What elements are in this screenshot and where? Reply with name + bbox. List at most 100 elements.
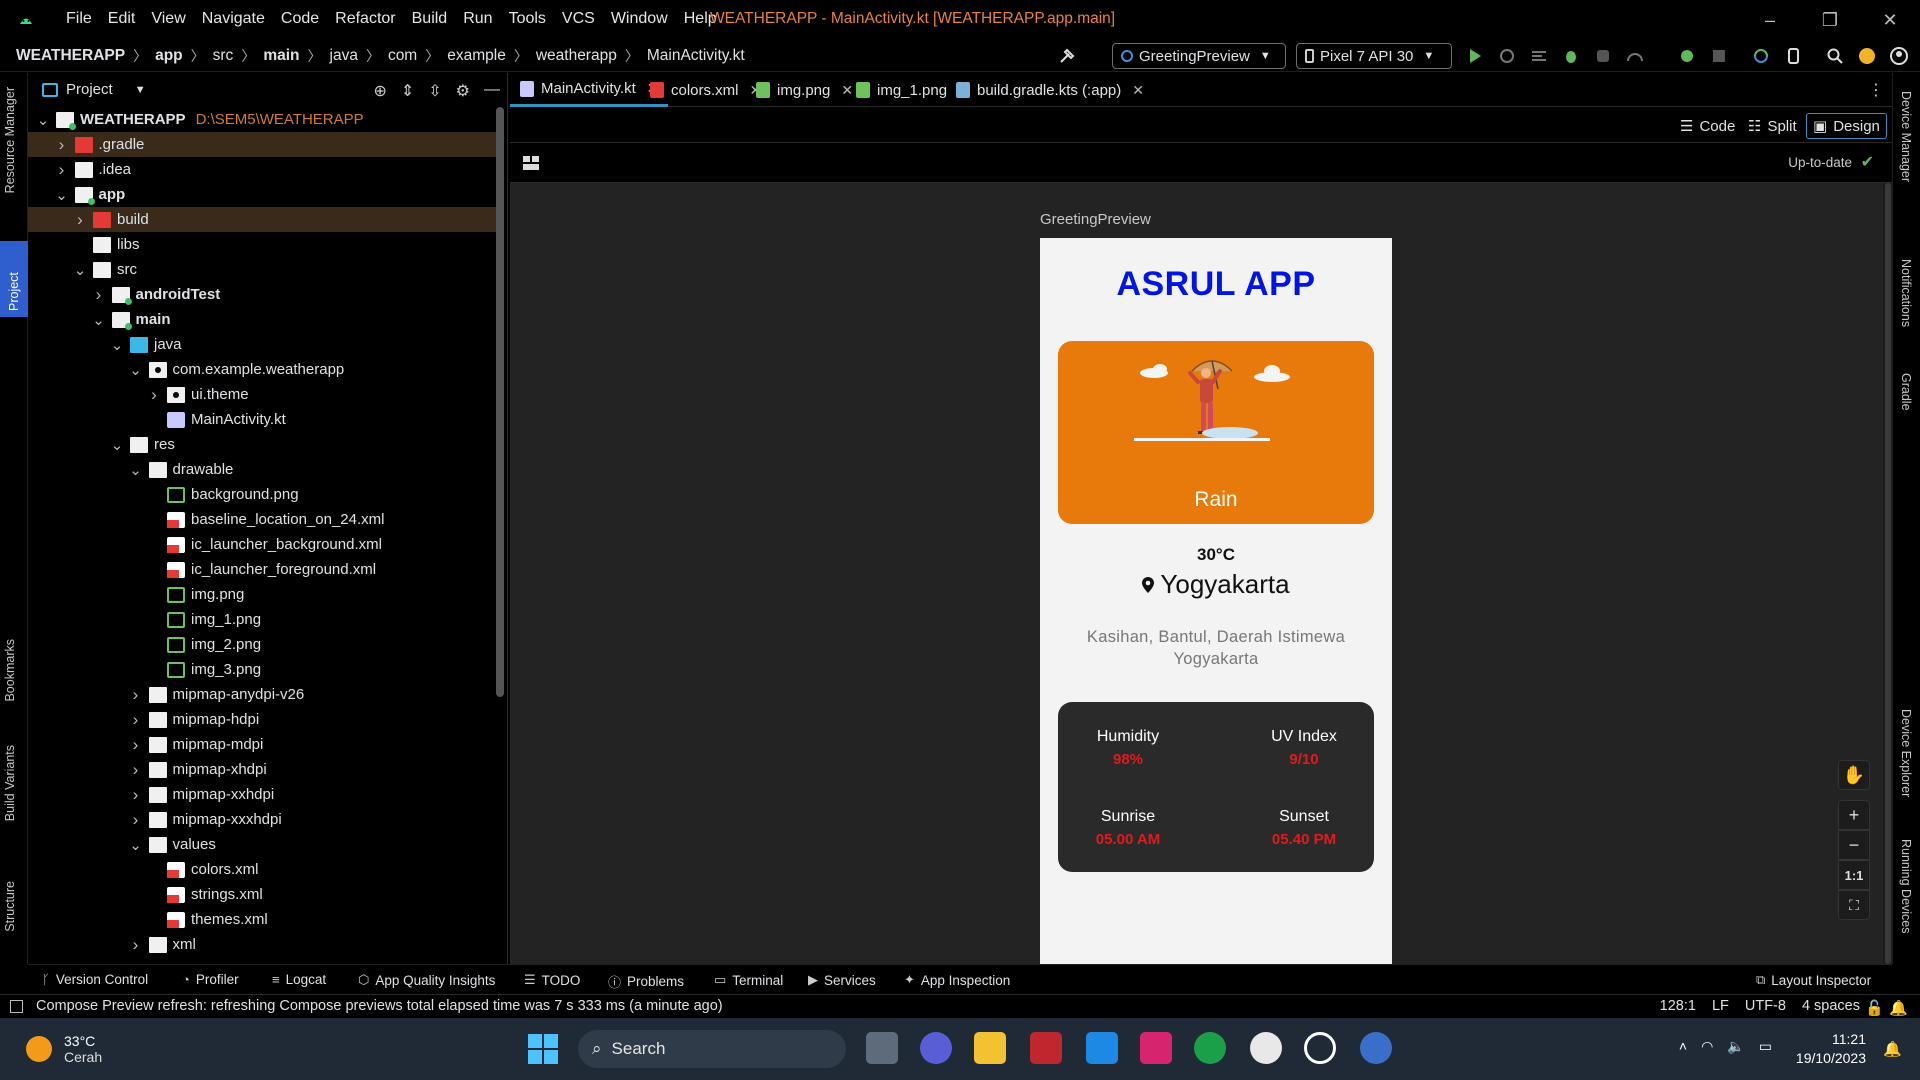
file-explorer-icon[interactable]	[974, 1032, 1006, 1064]
chevron-down-icon[interactable]: ⌄	[92, 311, 106, 329]
breadcrumb-item[interactable]: WEATHERAPP	[16, 47, 125, 65]
hammer-icon[interactable]	[1058, 47, 1076, 65]
breadcrumb-item[interactable]: weatherapp	[536, 47, 617, 65]
chevron-right-icon[interactable]: ›	[55, 135, 69, 155]
zoom-in-button[interactable]: +	[1838, 800, 1870, 830]
chevron-right-icon[interactable]: ›	[129, 935, 143, 955]
toggle-tool-windows-icon[interactable]	[10, 1000, 23, 1013]
attach-debugger-icon[interactable]	[1594, 47, 1612, 65]
lock-icon[interactable]: 🔓	[1865, 999, 1884, 1017]
account-icon[interactable]	[1890, 47, 1908, 65]
restore-button[interactable]: ❐	[1800, 0, 1860, 40]
chrome-icon[interactable]	[1250, 1032, 1282, 1064]
menu-refactor[interactable]: Refactor	[327, 10, 403, 28]
tree-node[interactable]: › .idea	[28, 157, 498, 182]
file-encoding[interactable]: UTF-8	[1745, 998, 1786, 1014]
tool-window-app-inspection[interactable]: ✦ App Inspection	[904, 972, 1010, 988]
canvas-scrollbar[interactable]	[1883, 183, 1892, 964]
menu-tools[interactable]: Tools	[501, 10, 554, 28]
rerun-icon[interactable]	[1498, 47, 1516, 65]
obs-icon[interactable]	[1304, 1032, 1336, 1064]
tree-node[interactable]: › mipmap-xhdpi	[28, 757, 498, 782]
collapse-all-icon[interactable]: ⇳	[428, 81, 441, 101]
breadcrumb-item[interactable]: src	[213, 47, 234, 65]
tree-node[interactable]: themes.xml	[28, 907, 498, 932]
chevron-right-icon[interactable]: ›	[129, 710, 143, 730]
tool-window-layout-inspector[interactable]: ⧉ Layout Inspector	[1756, 972, 1871, 988]
taskbar-search[interactable]: ⌕ Search	[578, 1030, 846, 1068]
indent-setting[interactable]: 4 spaces	[1802, 998, 1860, 1014]
canvas-scrollbar-thumb[interactable]	[1885, 183, 1891, 964]
tree-node[interactable]: img_3.png	[28, 657, 498, 682]
tool-window-todo[interactable]: ☰ TODO	[524, 972, 580, 988]
hide-panel-icon[interactable]: —	[484, 81, 500, 101]
menu-edit[interactable]: Edit	[100, 10, 144, 28]
menu-build[interactable]: Build	[404, 10, 456, 28]
profile-icon[interactable]	[1626, 47, 1644, 65]
notifications-bell-icon[interactable]: 🔔	[1889, 999, 1908, 1017]
breadcrumb-item[interactable]: main	[263, 47, 299, 65]
close-window-button[interactable]: ✕	[1860, 0, 1920, 40]
zoom-out-button[interactable]: −	[1838, 830, 1870, 860]
tree-node[interactable]: › mipmap-mdpi	[28, 732, 498, 757]
notifications-tab[interactable]: Notifications	[1899, 259, 1913, 327]
tree-node[interactable]: MainActivity.kt	[28, 407, 498, 432]
zoom-to-fit-button[interactable]: ⛶	[1838, 890, 1870, 920]
bookmarks-tab[interactable]: Bookmarks	[3, 639, 17, 702]
vscode-icon[interactable]	[1086, 1032, 1118, 1064]
more-options-icon[interactable]: ⋮	[1868, 80, 1884, 100]
chevron-right-icon[interactable]: ›	[129, 760, 143, 780]
tool-window-services[interactable]: ▶ Services	[808, 972, 876, 988]
structure-tab[interactable]: Structure	[3, 881, 17, 932]
phone-preview[interactable]: ASRUL APP Rain 30°C Yogyakarta Kasihan, …	[1040, 238, 1392, 964]
menu-run[interactable]: Run	[455, 10, 500, 28]
breadcrumb-item[interactable]: com	[388, 47, 417, 65]
tree-node[interactable]: baseline_location_on_24.xml	[28, 507, 498, 532]
tool-window-logcat[interactable]: ≡ Logcat	[272, 972, 326, 987]
tree-node[interactable]: › androidTest	[28, 282, 498, 307]
tree-node[interactable]: ⌄ values	[28, 832, 498, 857]
chevron-down-icon[interactable]: ⌄	[129, 836, 143, 854]
tree-node[interactable]: ⌄ java	[28, 332, 498, 357]
project-view-select[interactable]: Project ▼	[42, 81, 146, 98]
menu-file[interactable]: File	[58, 10, 100, 28]
chevron-down-icon[interactable]: ⌄	[36, 111, 50, 129]
task-view-icon[interactable]	[866, 1032, 898, 1064]
build-variants-tab[interactable]: Build Variants	[3, 745, 17, 821]
tree-node[interactable]: ⌄ drawable	[28, 457, 498, 482]
mendeley-icon[interactable]	[1140, 1032, 1172, 1064]
chevron-right-icon[interactable]: ›	[73, 210, 87, 230]
line-separator[interactable]: LF	[1712, 998, 1729, 1014]
menu-window[interactable]: Window	[603, 10, 676, 28]
run-configuration-select[interactable]: GreetingPreview ▼	[1112, 43, 1286, 69]
debug-icon[interactable]	[1562, 47, 1580, 65]
breadcrumb-item[interactable]: app	[155, 47, 183, 65]
minimize-button[interactable]: –	[1740, 0, 1800, 40]
xbox-icon[interactable]	[1194, 1032, 1226, 1064]
gradle-tab[interactable]: Gradle	[1899, 373, 1913, 411]
resource-manager-tab[interactable]: Resource Manager	[3, 87, 17, 193]
settings-gear-icon[interactable]: ⚙	[456, 81, 470, 101]
chat-icon[interactable]	[920, 1032, 952, 1064]
tree-node[interactable]: ⌄ com.example.weatherapp	[28, 357, 498, 382]
menu-code[interactable]: Code	[273, 10, 327, 28]
chevron-right-icon[interactable]: ›	[92, 285, 106, 305]
device-explorer-tab[interactable]: Device Explorer	[1899, 709, 1913, 797]
chevron-down-icon[interactable]: ⌄	[110, 336, 124, 354]
chevron-down-icon[interactable]: ⌄	[55, 186, 69, 204]
close-tab-icon[interactable]: ✕	[1132, 82, 1144, 99]
breadcrumb-item[interactable]: example	[447, 47, 506, 65]
battery-icon[interactable]: ▭	[1759, 1038, 1772, 1055]
start-windows-icon[interactable]	[528, 1034, 558, 1064]
device-select[interactable]: Pixel 7 API 30 ▼	[1296, 43, 1452, 69]
layout-grid-icon[interactable]	[522, 155, 540, 171]
sync-gradle-icon[interactable]	[1752, 47, 1770, 65]
notification-bell-icon[interactable]: 🔔	[1883, 1040, 1902, 1058]
chevron-right-icon[interactable]: ›	[55, 160, 69, 180]
split-view-button[interactable]: ☷ Split	[1742, 113, 1803, 139]
pan-hand-icon[interactable]: ✋	[1838, 760, 1870, 790]
tree-node[interactable]: strings.xml	[28, 882, 498, 907]
preview-canvas[interactable]: GreetingPreview ASRUL APP Rain 30°C Yogy…	[510, 183, 1883, 964]
tool-window-version-control[interactable]: ᚴ Version Control	[42, 972, 148, 987]
tree-node[interactable]: libs	[28, 232, 498, 257]
